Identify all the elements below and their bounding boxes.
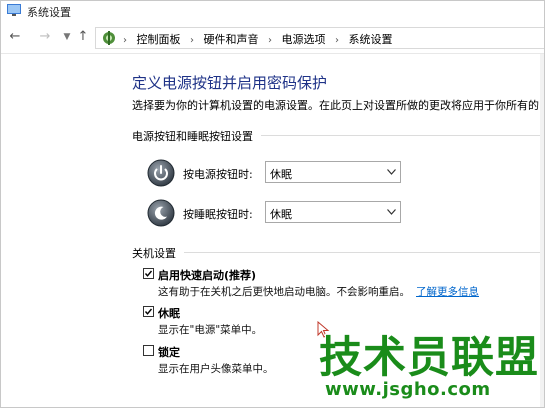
power-button-action-select[interactable]: 休眠 — [265, 161, 401, 183]
power-button-label: 按电源按钮时: — [183, 168, 253, 181]
title-bar: 系统设置 — [1, 1, 544, 21]
up-arrow-icon[interactable]: ↑ — [75, 29, 91, 45]
watermark-text: 技术员联盟 — [319, 333, 539, 383]
window: 系统设置 ← → ▼ ↑ › 控制面板 › 硬件和声音 › 电源选项 › 系统设… — [0, 0, 545, 408]
chevron-down-icon — [387, 209, 396, 215]
lock-label: 锁定 — [158, 346, 180, 359]
navigation-bar: ← → ▼ ↑ › 控制面板 › 硬件和声音 › 电源选项 › 系统设置 — [1, 25, 544, 51]
lock-description: 显示在用户头像菜单中。 — [158, 363, 274, 375]
control-panel-icon — [103, 31, 115, 45]
sleep-button-action-select[interactable]: 休眠 — [265, 201, 401, 223]
fast-startup-label: 启用快速启动(推荐) — [158, 269, 257, 282]
recent-locations-chevron-icon[interactable]: ▼ — [59, 29, 75, 45]
fast-startup-checkbox[interactable] — [143, 268, 154, 279]
hibernate-description: 显示在"电源"菜单中。 — [158, 324, 263, 336]
page-title: 定义电源按钮并启用密码保护 — [132, 74, 328, 92]
breadcrumb-hardware-sound[interactable]: 硬件和声音 — [204, 33, 259, 46]
breadcrumb: › 控制面板 › 硬件和声音 › 电源选项 › 系统设置 — [118, 31, 394, 47]
fast-startup-description: 这有助于在关机之后更快地启动电脑。不会影响重启。 了解更多信息 — [158, 284, 479, 299]
breadcrumb-separator-icon: › — [335, 35, 339, 46]
breadcrumb-separator-icon: › — [123, 35, 127, 46]
fast-startup-description-text: 这有助于在关机之后更快地启动电脑。不会影响重启。 — [158, 286, 410, 298]
window-title: 系统设置 — [27, 6, 71, 19]
power-button-row: 按电源按钮时: 休眠 — [147, 159, 447, 189]
watermark: 技术员联盟 www.jsgho.com — [301, 323, 544, 407]
power-section-header: 电源按钮和睡眠按钮设置 — [132, 130, 253, 143]
breadcrumb-system-settings[interactable]: 系统设置 — [349, 33, 393, 46]
nav-divider — [1, 53, 544, 54]
forward-arrow-icon[interactable]: → — [37, 29, 53, 45]
address-bar[interactable]: › 控制面板 › 硬件和声音 › 电源选项 › 系统设置 — [95, 27, 544, 49]
power-button-action-value: 休眠 — [270, 168, 292, 181]
chevron-down-icon — [387, 169, 396, 175]
hibernate-label: 休眠 — [158, 307, 180, 320]
sleep-button-row: 按睡眠按钮时: 休眠 — [147, 199, 447, 229]
breadcrumb-separator-icon: › — [190, 35, 194, 46]
breadcrumb-separator-icon: › — [268, 35, 272, 46]
hibernate-checkbox[interactable] — [143, 306, 154, 317]
breadcrumb-control-panel[interactable]: 控制面板 — [137, 33, 181, 46]
sleep-button-icon — [147, 199, 175, 227]
checkmark-icon — [144, 308, 153, 315]
lock-checkbox[interactable] — [143, 345, 154, 356]
checkmark-icon — [144, 270, 153, 277]
sleep-button-action-value: 休眠 — [270, 208, 292, 221]
control-panel-icon — [7, 4, 21, 16]
sleep-button-label: 按睡眠按钮时: — [183, 208, 253, 221]
learn-more-link[interactable]: 了解更多信息 — [416, 286, 479, 298]
page-description: 选择要为你的计算机设置的电源设置。在此页上对设置所做的更改将应用于你所有的电 — [132, 99, 545, 112]
back-arrow-icon[interactable]: ← — [7, 29, 23, 45]
power-button-icon — [147, 159, 175, 187]
breadcrumb-power-options[interactable]: 电源选项 — [282, 33, 326, 46]
section-divider — [261, 135, 544, 136]
shutdown-section-header: 关机设置 — [132, 247, 176, 260]
watermark-url: www.jsgho.com — [325, 379, 491, 400]
section-divider — [184, 252, 544, 253]
